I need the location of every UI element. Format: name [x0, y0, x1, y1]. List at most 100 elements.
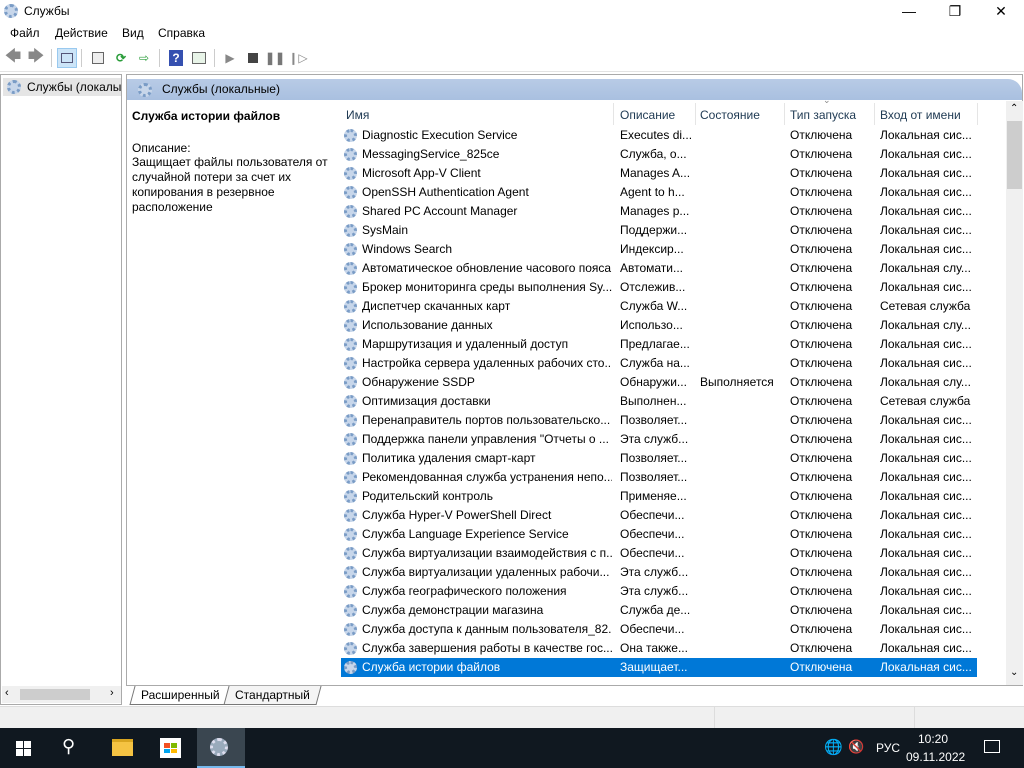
service-row[interactable]: Родительский контроль Применяе... Отключен…	[341, 487, 977, 506]
service-description: Обнаружи...	[620, 375, 687, 389]
start-windows-icon[interactable]	[16, 741, 32, 756]
pause-service-icon[interactable]: ❚❚	[265, 48, 285, 68]
service-startup-type: Отключена	[790, 337, 853, 351]
service-row[interactable]: Служба виртуализации взаимодействия с п.…	[341, 544, 977, 563]
service-row[interactable]: Служба Hyper-V PowerShell Direct Обеспечи…	[341, 506, 977, 525]
service-row[interactable]: Windows Search Индексир... Отключена Локаль…	[341, 240, 977, 259]
export-list-icon[interactable]: ⇨	[134, 48, 154, 68]
clock-time[interactable]: 10:20	[910, 732, 956, 746]
tree-item-services-local[interactable]: Службы (локалы	[3, 78, 121, 96]
start-service-icon[interactable]: ▶	[220, 48, 240, 68]
service-row[interactable]: Служба демонстрации магазина Служба де...…	[341, 601, 977, 620]
service-startup-type: Отключена	[790, 432, 853, 446]
taskbar: ⚲ 🌐 🔇 РУС 10:20 09.11.2022	[0, 728, 1024, 768]
scroll-thumb[interactable]	[1007, 121, 1022, 189]
service-row[interactable]: Служба доступа к данным пользователя_82.…	[341, 620, 977, 639]
service-gear-icon	[344, 547, 357, 560]
menu-help[interactable]: Справка	[158, 26, 205, 40]
volume-muted-icon[interactable]: 🔇	[848, 739, 864, 755]
stop-service-icon[interactable]	[243, 48, 263, 68]
tab-extended[interactable]: Расширенный	[129, 686, 232, 705]
service-row[interactable]: Поддержка панели управления "Отчеты о ..…	[341, 430, 977, 449]
back-arrow-icon[interactable]: 🡄	[3, 48, 23, 68]
service-name: OpenSSH Authentication Agent	[362, 185, 529, 199]
taskbar-services-app[interactable]	[197, 728, 245, 768]
service-row[interactable]: Служба виртуализации удаленных рабочи...…	[341, 563, 977, 582]
service-description: Executes di...	[620, 128, 692, 142]
view-tabs: Расширенный Стандартный	[126, 686, 1023, 706]
tree-hscrollbar[interactable]: ‹ ›	[2, 686, 121, 703]
service-startup-type: Отключена	[790, 641, 853, 655]
service-gear-icon	[344, 186, 357, 199]
service-description: Обеспечи...	[620, 508, 685, 522]
menu-view[interactable]: Вид	[122, 26, 144, 40]
resume-service-icon[interactable]: ❙▷	[288, 48, 308, 68]
services-gear-icon	[210, 738, 228, 756]
service-row[interactable]: Рекомендованная служба устранения непо..…	[341, 468, 977, 487]
service-description: Эта служб...	[620, 584, 689, 598]
show-hide-tree-icon[interactable]	[57, 48, 77, 68]
service-row[interactable]: Diagnostic Execution Service Executes di.…	[341, 126, 977, 145]
column-divider	[613, 103, 614, 125]
network-globe-icon[interactable]: 🌐	[824, 738, 843, 756]
service-row[interactable]: Диспетчер скачанных карт Служба W... Отклю…	[341, 297, 977, 316]
service-log-on-as: Локальная слу...	[880, 318, 971, 332]
service-row[interactable]: Политика удаления смарт-карт Позволяет...…	[341, 449, 977, 468]
input-language[interactable]: РУС	[876, 741, 900, 755]
service-log-on-as: Локальная сис...	[880, 451, 972, 465]
service-row[interactable]: Перенаправитель портов пользовательско..…	[341, 411, 977, 430]
scroll-down-icon[interactable]: ⌄	[1010, 667, 1018, 678]
properties-icon[interactable]	[88, 48, 108, 68]
service-log-on-as: Локальная сис...	[880, 470, 972, 484]
service-gear-icon	[344, 623, 357, 636]
column-header-status[interactable]: Состояние	[700, 101, 760, 125]
service-row[interactable]: OpenSSH Authentication Agent Agent to h..…	[341, 183, 977, 202]
service-row[interactable]: Служба Language Experience Service Обеспе…	[341, 525, 977, 544]
service-row[interactable]: Shared PC Account Manager Manages p... Отк…	[341, 202, 977, 221]
column-header-name[interactable]: Имя	[346, 101, 369, 125]
maximize-button[interactable]: ❐	[932, 0, 978, 22]
close-button[interactable]: ✕	[978, 0, 1024, 22]
service-row[interactable]: Microsoft App-V Client Manages A... Отключ…	[341, 164, 977, 183]
menu-action[interactable]: Действие	[55, 26, 108, 40]
menu-file[interactable]: Файл	[10, 26, 40, 40]
service-row[interactable]: SysMain Поддержи... Отключена Локальная сис…	[341, 221, 977, 240]
service-row[interactable]: Автоматическое обновление часового пояса…	[341, 259, 977, 278]
service-row[interactable]: Брокер мониторинга среды выполнения Sy..…	[341, 278, 977, 297]
search-icon[interactable]: ⚲	[62, 736, 75, 757]
list-vscrollbar[interactable]: ⌃ ⌄	[1006, 101, 1023, 685]
services-gear-icon	[7, 80, 21, 94]
scroll-thumb[interactable]	[20, 689, 90, 700]
service-name: Служба истории файлов	[362, 660, 501, 674]
notifications-icon[interactable]	[984, 740, 1000, 753]
service-row[interactable]: MessagingService_825ce Служба, о... Отключ…	[341, 145, 977, 164]
service-row[interactable]: Оптимизация доставки Выполнен... Отключена…	[341, 392, 977, 411]
service-row[interactable]: Обнаружение SSDP Обнаружи... Выполняется От…	[341, 373, 977, 392]
service-row[interactable]: Служба истории файлов Защищает... Отключен…	[341, 658, 977, 677]
service-row[interactable]: Настройка сервера удаленных рабочих сто.…	[341, 354, 977, 373]
service-row[interactable]: Служба завершения работы в качестве гос.…	[341, 639, 977, 658]
service-name: Перенаправитель портов пользовательско..…	[362, 413, 611, 427]
action-pane-icon[interactable]	[189, 48, 209, 68]
service-name: Автоматическое обновление часового пояса	[362, 261, 612, 275]
service-row[interactable]: Служба географического положения Эта служ…	[341, 582, 977, 601]
store-icon[interactable]	[160, 738, 181, 758]
service-row[interactable]: Маршрутизация и удаленный доступ Предлага…	[341, 335, 977, 354]
column-header-log-on-as[interactable]: Вход от имени	[880, 101, 961, 125]
title-bar: Службы — ❐ ✕	[0, 0, 1024, 22]
service-startup-type: Отключена	[790, 261, 853, 275]
minimize-button[interactable]: —	[886, 0, 932, 22]
service-row[interactable]: Использование данных Использо... Отключена…	[341, 316, 977, 335]
file-explorer-icon[interactable]	[112, 739, 133, 756]
service-log-on-as: Локальная сис...	[880, 527, 972, 541]
clock-date[interactable]: 09.11.2022	[906, 750, 965, 764]
service-gear-icon	[344, 642, 357, 655]
forward-arrow-icon[interactable]: 🡆	[26, 48, 46, 68]
scroll-left-icon[interactable]: ‹	[5, 687, 9, 699]
tab-standard[interactable]: Стандартный	[223, 686, 322, 705]
scroll-up-icon[interactable]: ⌃	[1010, 103, 1018, 114]
refresh-icon[interactable]: ⟳	[111, 48, 131, 68]
column-header-description[interactable]: Описание	[620, 101, 675, 125]
help-icon[interactable]: ?	[166, 48, 186, 68]
scroll-right-icon[interactable]: ›	[110, 687, 114, 699]
